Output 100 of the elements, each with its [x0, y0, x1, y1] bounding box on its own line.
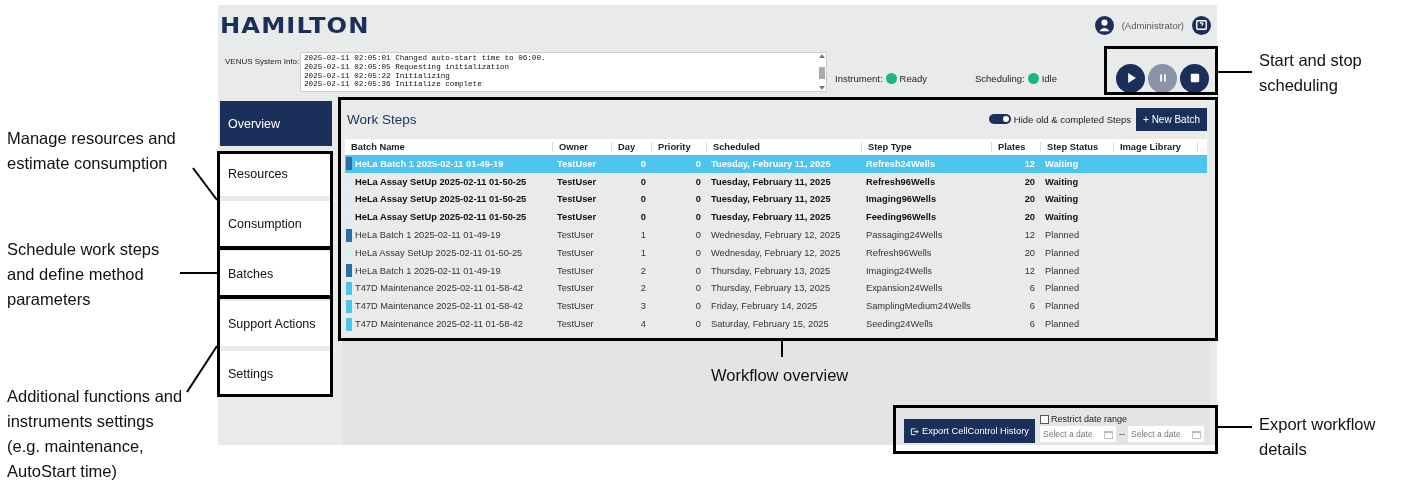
play-button[interactable]	[1116, 63, 1145, 93]
column-header[interactable]: Priority	[652, 142, 707, 152]
table-cell: HeLa Batch 1 2025-02-11 01-49-19	[355, 265, 501, 276]
table-cell: 0	[640, 212, 646, 223]
column-header[interactable]: Day	[612, 142, 652, 152]
nav-item[interactable]: Overview	[220, 101, 332, 146]
leader-line	[781, 340, 783, 358]
table-cell: HeLa Assay SetUp 2025-02-11 01-50-25	[355, 212, 527, 223]
scrollbar[interactable]	[818, 53, 826, 91]
user-role: (Administrator)	[1121, 19, 1184, 31]
checkbox-label: Restrict date range	[1051, 414, 1128, 424]
checkbox[interactable]	[1040, 414, 1049, 424]
table-cell: TestUser	[557, 176, 597, 187]
table-cell: Seeding24Wells	[866, 319, 934, 330]
table-cell: Refresh96Wells	[866, 176, 936, 187]
table-cell: Saturday, February 15, 2025	[711, 319, 829, 330]
annotation-text: Additional functions and instruments settings (e.g. maintenance, AutoStart time)	[7, 386, 183, 482]
nav-item[interactable]: Settings	[220, 351, 332, 396]
table-cell: 3	[640, 301, 646, 312]
table-cell: 0	[695, 301, 701, 312]
new-batch-button[interactable]: + New Batch	[1136, 107, 1207, 131]
date-field[interactable]: Select a date	[1040, 426, 1116, 442]
column-header[interactable]: Owner	[553, 142, 612, 152]
annotation-text: Start and stop scheduling	[1259, 50, 1362, 96]
status-value: Ready	[899, 72, 927, 84]
user-icon[interactable]	[1094, 15, 1114, 35]
leader-line	[179, 272, 218, 274]
table-cell: 20	[1024, 212, 1035, 223]
status-label: Scheduling:	[975, 72, 1025, 84]
table-cell: Planned	[1045, 301, 1080, 312]
table-cell: 0	[695, 230, 701, 241]
table-cell: Refresh96Wells	[866, 247, 932, 258]
table-cell: 0	[695, 283, 701, 294]
table-cell: 2	[640, 265, 646, 276]
table-cell: Feeding96Wells	[866, 212, 937, 223]
table-cell: Thursday, February 13, 2025	[711, 265, 831, 276]
table-cell: TestUser	[557, 158, 597, 169]
table-cell: Planned	[1045, 265, 1080, 276]
help-icon[interactable]	[1192, 15, 1211, 35]
table-cell: Imaging24Wells	[866, 265, 932, 276]
table-cell: Passaging24Wells	[866, 230, 943, 241]
table-cell: Refresh24Wells	[866, 158, 936, 169]
table-cell: Waiting	[1045, 194, 1079, 205]
table-cell: 4	[640, 319, 646, 330]
table-cell: Friday, February 14, 2025	[711, 301, 818, 312]
table-cell: 0	[695, 247, 701, 258]
table-cell: HeLa Assay SetUp 2025-02-11 01-50-25	[355, 176, 527, 187]
nav-item[interactable]: Batches	[220, 251, 332, 296]
column-header[interactable]: Batch Name	[345, 142, 553, 152]
table-cell: HeLa Assay SetUp 2025-02-11 01-50-25	[355, 194, 527, 205]
table-cell: TestUser	[557, 301, 594, 312]
annotation-text: Workflow overview	[711, 365, 849, 386]
status-dot	[885, 72, 897, 84]
column-header[interactable]: Step Type	[862, 142, 992, 152]
table-cell: 20	[1024, 176, 1035, 187]
table-cell: Imaging96Wells	[866, 194, 937, 205]
table-cell: 12	[1024, 230, 1035, 241]
export-icon	[910, 426, 920, 436]
table-cell: SamplingMedium24Wells	[866, 301, 971, 312]
nav-item[interactable]: Consumption	[220, 201, 332, 246]
table-cell: HeLa Assay SetUp 2025-02-11 01-50-25	[355, 247, 523, 258]
table-cell: TestUser	[557, 265, 594, 276]
toggle-switch[interactable]	[988, 114, 1011, 124]
table-cell: 0	[695, 194, 701, 205]
table-cell: HeLa Batch 1 2025-02-11 01-49-19	[355, 230, 501, 241]
column-header[interactable]: Plates	[992, 142, 1041, 152]
table-cell: Planned	[1045, 283, 1080, 294]
stop-button[interactable]	[1180, 63, 1209, 93]
table-cell: 0	[695, 212, 701, 223]
table-cell: Waiting	[1045, 176, 1079, 187]
table-cell: TestUser	[557, 247, 594, 258]
nav-item[interactable]: Support Actions	[220, 301, 332, 346]
column-header[interactable]: Image Library	[1114, 142, 1198, 152]
table-cell: 0	[695, 158, 701, 169]
table-cell: 1	[640, 230, 646, 241]
table-cell: Planned	[1045, 319, 1080, 330]
table-cell: 0	[640, 158, 646, 169]
column-header[interactable]: Step Status	[1041, 142, 1114, 152]
status-label: Instrument:	[835, 72, 883, 84]
table-cell: T47D Maintenance 2025-02-11 01-58-42	[355, 319, 523, 330]
status-dot	[1027, 72, 1039, 84]
table-cell: Tuesday, February 11, 2025	[711, 194, 831, 205]
table-cell: T47D Maintenance 2025-02-11 01-58-42	[355, 283, 523, 294]
leader-line	[1217, 426, 1253, 428]
toggle-label: Hide old & completed Steps	[1013, 113, 1131, 125]
date-field[interactable]: Select a date	[1128, 426, 1204, 442]
table-cell: 0	[695, 319, 701, 330]
table-cell: Expansion24Wells	[866, 283, 943, 294]
annotation-text: Schedule work steps and define method parameters	[7, 239, 160, 310]
logo: HAMILTON	[220, 12, 370, 38]
export-button[interactable]: Export CellControl History	[904, 419, 1035, 443]
table-cell: TestUser	[557, 194, 597, 205]
table-cell: 0	[695, 265, 701, 276]
table-cell: 6	[1029, 319, 1035, 330]
table-cell: T47D Maintenance 2025-02-11 01-58-42	[355, 301, 523, 312]
table-cell: 0	[640, 176, 646, 187]
table-cell: Planned	[1045, 247, 1080, 258]
column-header[interactable]: Scheduled	[707, 142, 862, 152]
table-cell: 6	[1029, 301, 1035, 312]
table-cell: Wednesday, February 12, 2025	[711, 247, 841, 258]
